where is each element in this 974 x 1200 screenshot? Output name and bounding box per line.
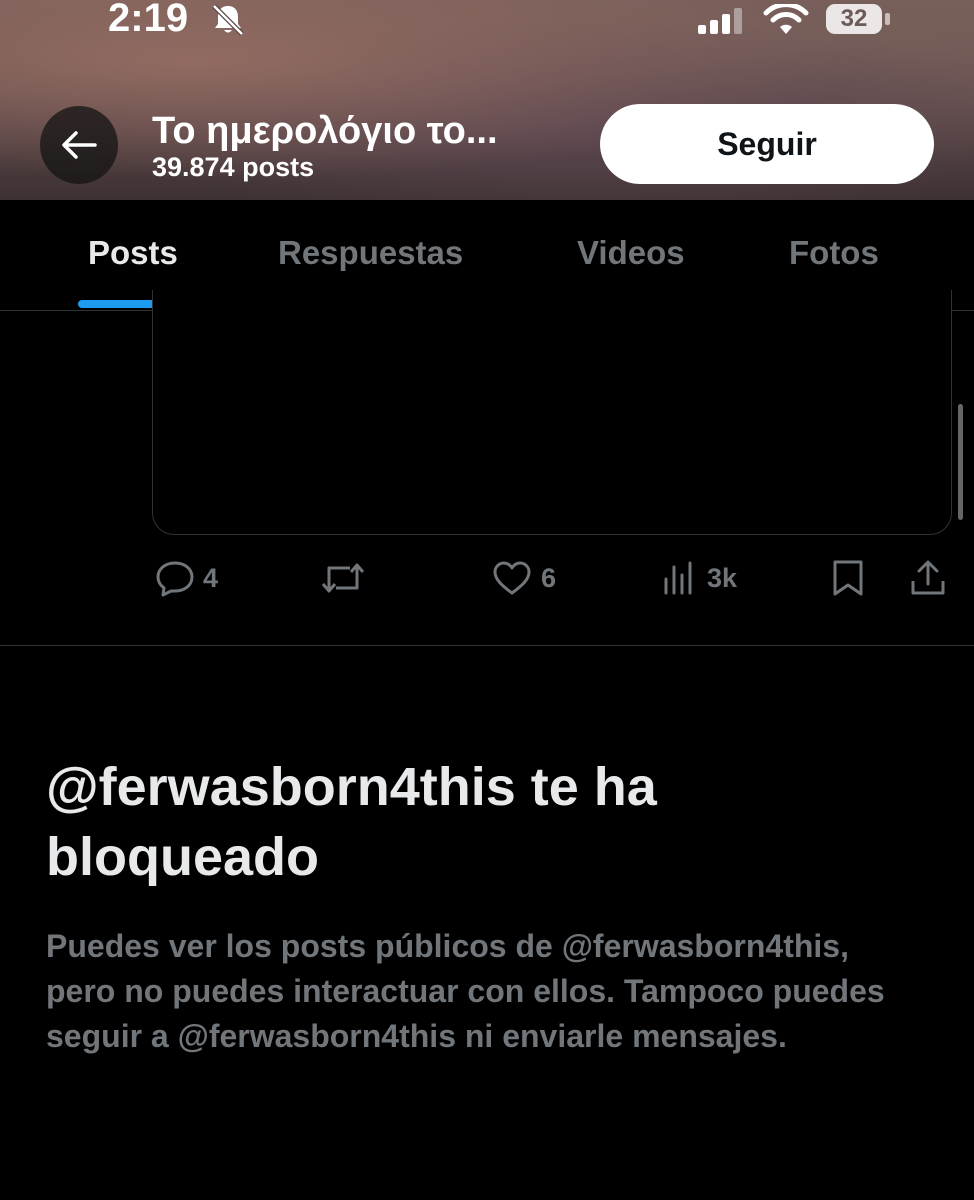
share-action[interactable] [909,556,947,600]
view-count: 3k [707,562,738,593]
tab-posts[interactable]: Posts [88,234,178,272]
reply-action[interactable]: 4 [155,556,218,600]
reply-count: 4 [203,562,219,593]
post-count: 39.874 posts [152,152,315,182]
repost-action[interactable] [320,556,366,600]
bell-muted-icon [212,4,244,36]
arrow-left-icon [62,131,97,159]
status-time: 2:19 [108,0,189,40]
analytics-icon [664,561,692,595]
wifi-icon [763,4,809,34]
status-bar: 2:19 32 [0,0,974,60]
battery-icon: 32 [826,4,882,34]
cellular-signal-icon [698,8,742,34]
like-action[interactable]: 6 [491,556,556,600]
scrollbar[interactable] [958,404,963,520]
share-icon [911,560,945,595]
views-action[interactable]: 3k [663,556,737,600]
heart-icon [493,561,531,595]
profile-name: Το ημερολόγιο το... [152,110,498,152]
tab-videos[interactable]: Videos [577,234,685,272]
bookmark-icon [833,560,863,596]
tab-replies[interactable]: Respuestas [278,234,463,272]
blocked-description: Puedes ver los posts públicos de @ferwas… [46,928,885,1054]
battery-nub [885,13,890,25]
follow-button[interactable]: Seguir [600,104,934,184]
back-button[interactable] [40,106,118,184]
comment-icon [156,561,194,597]
repost-icon [321,563,365,593]
blocked-title: @ferwasborn4this te ha bloqueado [46,757,657,887]
tab-photos[interactable]: Fotos [789,234,879,272]
bookmark-action[interactable] [831,556,865,600]
like-count: 6 [541,562,557,593]
section-divider [0,645,974,646]
post-media[interactable] [152,290,952,535]
